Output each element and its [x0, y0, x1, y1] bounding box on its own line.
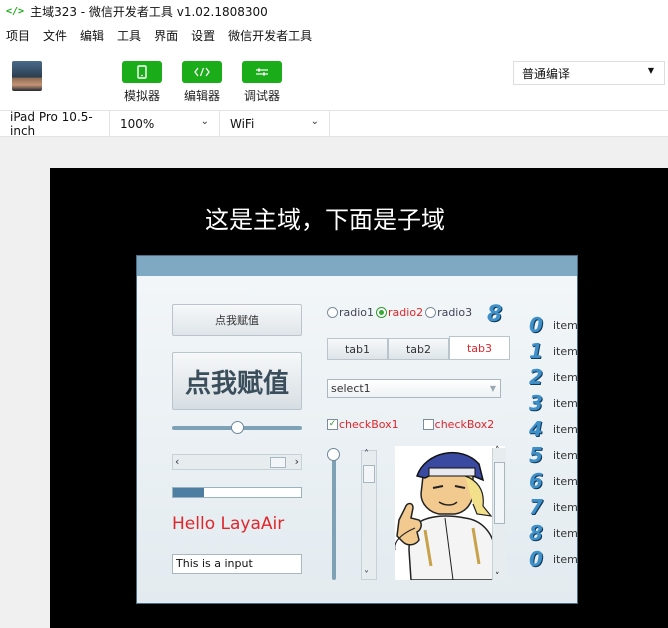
code-icon [194, 67, 210, 77]
simulator-label: 模拟器 [123, 89, 160, 103]
radio-option-3[interactable]: radio3 [425, 306, 472, 319]
image-scrollbar[interactable]: ˄ ˅ [492, 446, 506, 582]
network-select[interactable]: WiFi ⌄ [220, 111, 330, 136]
list-item[interactable]: 3 item [529, 390, 589, 416]
combo-select[interactable]: select1 ▼ [327, 379, 501, 398]
sub-domain-panel: 点我赋值 点我赋值 ‹ › Hello LayaAir This is a in… [137, 256, 578, 603]
menu-item-wechat-devtools[interactable]: 微信开发者工具 [228, 27, 312, 44]
item-list: 0 item 1 item 2 item 3 item 4 item 5 item 6 ite… [529, 312, 589, 572]
text-input[interactable]: This is a input [172, 554, 302, 574]
device-value: iPad Pro 10.5-inch [10, 109, 93, 138]
checkbox-2[interactable]: checkBox2 [422, 418, 494, 431]
list-item[interactable]: 4 item [529, 416, 589, 442]
list-item[interactable]: 1 item [529, 338, 589, 364]
toolbar: 模拟器 编辑器 调试器 普通编译 ▼ [0, 47, 668, 111]
window-title: 主域323 - 微信开发者工具 v1.02.1808300 [30, 5, 268, 19]
avatar[interactable] [12, 61, 42, 91]
code-icon: </> [6, 6, 25, 17]
scroll-up-icon[interactable]: ˄ [364, 449, 369, 460]
menu-bar: 项目 文件 编辑 工具 界面 设置 微信开发者工具 [0, 23, 668, 47]
radio-group: radio1 radio2 radio3 [327, 306, 474, 319]
character-illustration [395, 451, 496, 580]
vertical-slider[interactable] [332, 454, 336, 580]
list-item[interactable]: 5 item [529, 442, 589, 468]
zoom-select[interactable]: 100% ⌄ [110, 111, 220, 136]
compile-mode-value: 普通编译 [522, 66, 571, 81]
list-item[interactable]: 7 item [529, 494, 589, 520]
device-select[interactable]: iPad Pro 10.5-inch [0, 109, 110, 138]
list-item[interactable]: 0 item [529, 546, 589, 572]
scrollbar-thumb[interactable] [363, 465, 375, 483]
editor-label: 编辑器 [183, 89, 220, 103]
assign-button-small[interactable]: 点我赋值 [172, 304, 302, 336]
debugger-button[interactable] [242, 61, 282, 83]
caret-down-icon: ▼ [647, 66, 654, 75]
scrollbar-thumb[interactable] [494, 462, 505, 524]
menu-item-settings[interactable]: 设置 [191, 27, 215, 44]
list-item[interactable]: 2 item [529, 364, 589, 390]
compile-mode-select[interactable]: 普通编译 ▼ [513, 61, 665, 85]
character-image [395, 446, 505, 580]
chevron-down-icon: ⌄ [200, 116, 209, 127]
menu-item-project[interactable]: 项目 [6, 27, 30, 44]
radio-option-2[interactable]: radio2 [376, 306, 423, 319]
chevron-down-icon: ⌄ [310, 116, 319, 127]
vertical-slider-thumb[interactable] [327, 448, 340, 461]
menu-item-tools[interactable]: 工具 [117, 27, 141, 44]
scroll-up-icon[interactable]: ˄ [495, 446, 500, 456]
device-bar: iPad Pro 10.5-inch 100% ⌄ WiFi ⌄ [0, 109, 668, 138]
checkbox-1[interactable]: ✓ checkBox1 [327, 418, 399, 431]
menu-item-view[interactable]: 界面 [154, 27, 178, 44]
title-bar: </> 主域323 - 微信开发者工具 v1.02.1808300 [0, 0, 668, 23]
scroll-left-icon[interactable]: ‹ [175, 455, 179, 468]
list-item[interactable]: 6 item [529, 468, 589, 494]
menu-item-edit[interactable]: 编辑 [80, 27, 104, 44]
sliders-icon [256, 68, 268, 76]
combo-value: select1 [331, 382, 371, 395]
network-value: WiFi [230, 116, 255, 131]
check-icon: ✓ [327, 419, 338, 430]
tab-3[interactable]: tab3 [449, 336, 510, 360]
radio-option-1[interactable]: radio1 [327, 306, 374, 319]
checkbox-group: ✓ checkBox1 checkBox2 [327, 418, 518, 431]
phone-icon [137, 65, 147, 79]
list-item[interactable]: 0 item [529, 312, 589, 338]
progress-bar [172, 487, 302, 498]
zoom-value: 100% [120, 116, 155, 131]
simulator-button[interactable] [122, 61, 162, 83]
vertical-scrollbar[interactable]: ˄ ˅ [361, 449, 377, 581]
tab-2[interactable]: tab2 [388, 338, 449, 360]
assign-button-big[interactable]: 点我赋值 [172, 352, 302, 410]
tab-bar: tab1 tab2 tab3 [327, 336, 510, 360]
progress-fill [173, 488, 204, 497]
list-item[interactable]: 8 item [529, 520, 589, 546]
debugger-label: 调试器 [243, 89, 280, 103]
scroll-down-icon[interactable]: ˅ [495, 572, 500, 582]
hello-label: Hello LayaAir [172, 514, 285, 534]
menu-item-file[interactable]: 文件 [43, 27, 67, 44]
slider-thumb[interactable] [231, 421, 244, 434]
panel-body: 点我赋值 点我赋值 ‹ › Hello LayaAir This is a in… [137, 276, 578, 603]
scroll-down-icon[interactable]: ˅ [364, 570, 369, 581]
horizontal-scrollbar[interactable]: ‹ › [172, 454, 302, 470]
game-canvas[interactable]: 这是主域，下面是子域 点我赋值 点我赋值 ‹ › Hello LayaAir T… [50, 168, 668, 628]
tab-1[interactable]: tab1 [327, 338, 388, 360]
scroll-right-icon[interactable]: › [295, 455, 299, 468]
caret-down-icon: ▼ [489, 384, 496, 393]
scrollbar-thumb[interactable] [270, 457, 286, 468]
clip-number: 8 [487, 302, 503, 327]
main-domain-heading: 这是主域，下面是子域 [205, 206, 445, 234]
editor-button[interactable] [182, 61, 222, 83]
